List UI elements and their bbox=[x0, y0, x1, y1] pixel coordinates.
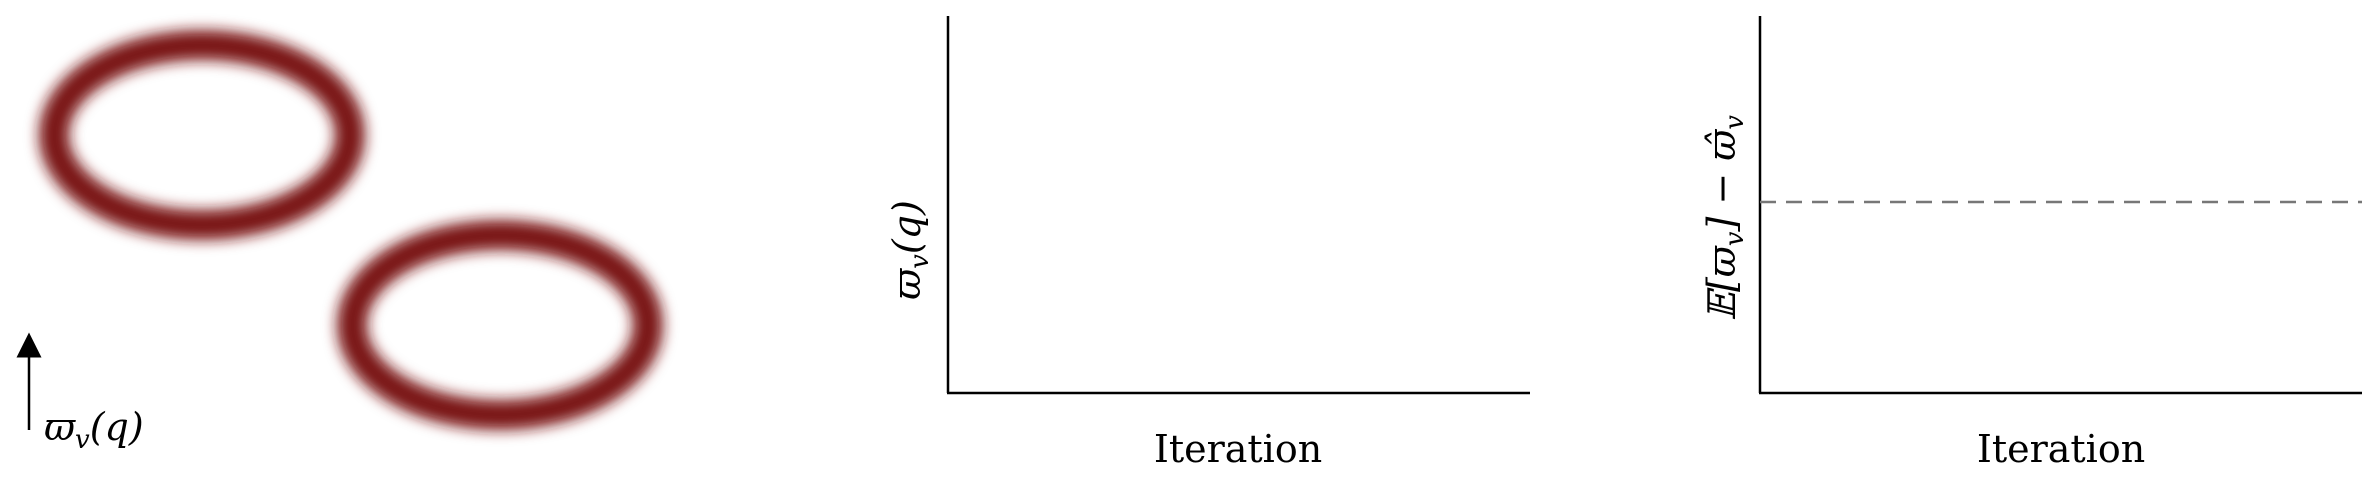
left-panel: ϖv(q) bbox=[16, 30, 663, 455]
middle-x-label: Iteration bbox=[1154, 427, 1322, 471]
middle-y-label: ϖv(q) bbox=[885, 200, 935, 300]
figure-canvas: ϖv(q) ϖv(q) Iteration 𝔼[ϖv] − ϖ̂v Iterat… bbox=[16, 16, 2362, 471]
right-plot: 𝔼[ϖv] − ϖ̂v Iteration bbox=[1700, 16, 2362, 471]
right-x-label: Iteration bbox=[1977, 427, 2145, 471]
right-y-label: 𝔼[ϖv] − ϖ̂v bbox=[1700, 115, 1750, 321]
lower-ring bbox=[337, 220, 663, 430]
left-axis-label: ϖv(q) bbox=[44, 405, 144, 455]
upper-ring bbox=[39, 30, 365, 240]
middle-plot: ϖv(q) Iteration bbox=[885, 16, 1530, 471]
